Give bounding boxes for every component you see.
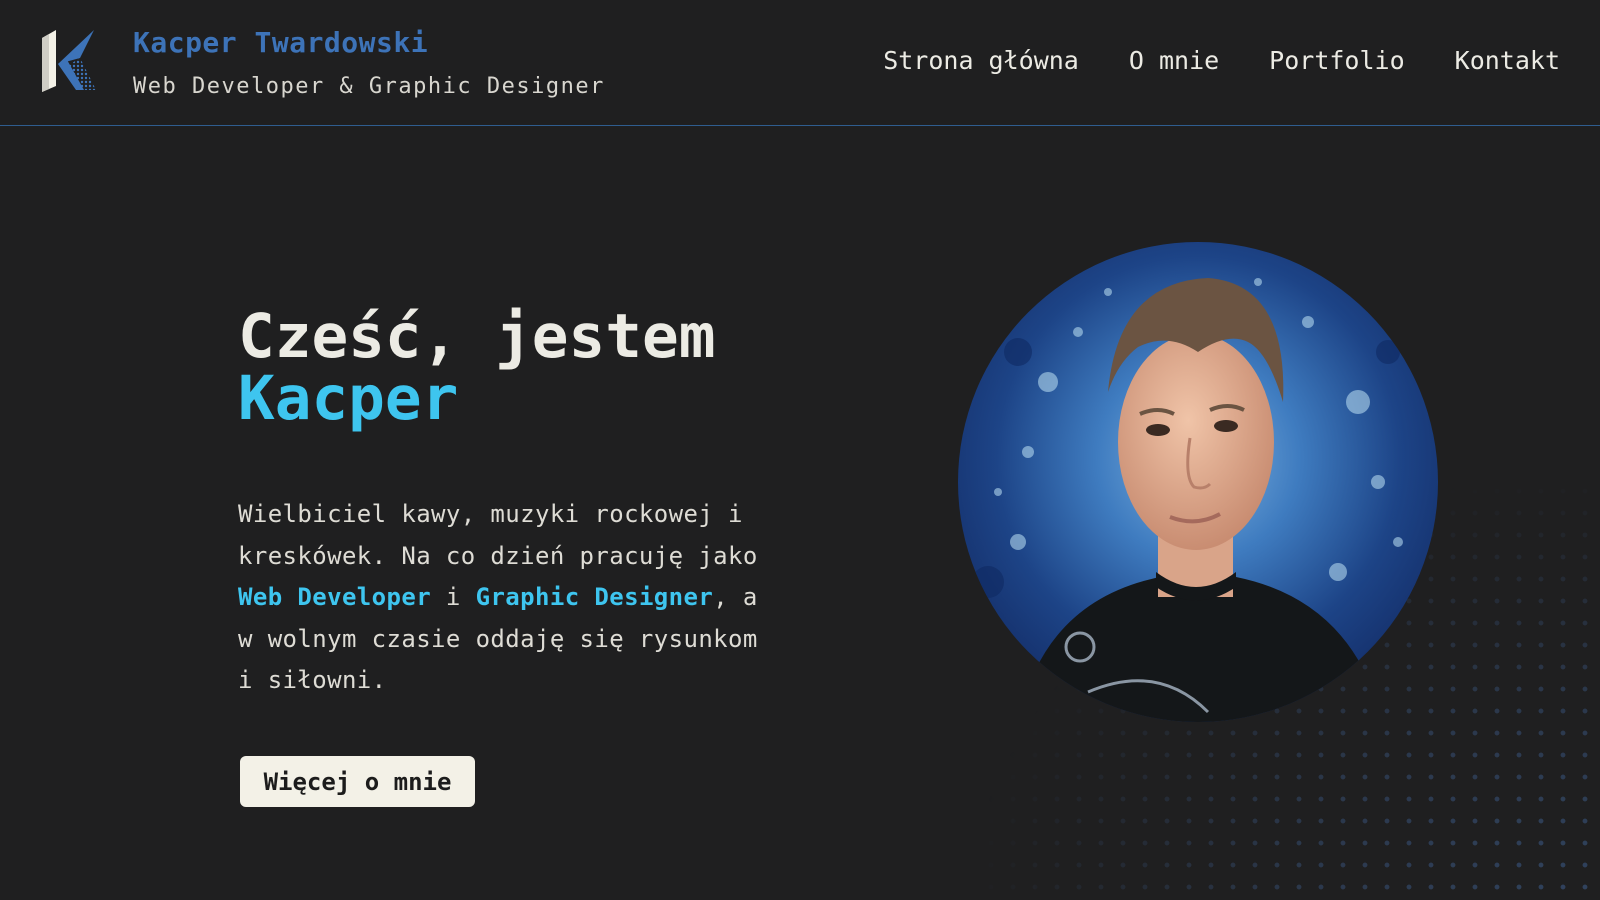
- highlight-graphic-designer: Graphic Designer: [475, 583, 714, 611]
- page: Kacper Twardowski Web Developer & Graphi…: [0, 0, 1600, 900]
- more-about-me-button[interactable]: Więcej o mnie: [240, 756, 475, 807]
- profile-photo: [958, 242, 1438, 722]
- nav-link-home[interactable]: Strona główna: [883, 46, 1079, 75]
- brand-tagline: Web Developer & Graphic Designer: [133, 74, 605, 99]
- main-nav: Strona główna O mnie Portfolio Kontakt: [883, 46, 1560, 75]
- hero-text-part: Wielbiciel kawy, muzyki rockowej i kresk…: [238, 500, 758, 570]
- nav-link-about[interactable]: O mnie: [1129, 46, 1219, 75]
- highlight-web-developer: Web Developer: [238, 583, 432, 611]
- nav-link-contact[interactable]: Kontakt: [1455, 46, 1560, 75]
- hero-text-part: i: [431, 583, 476, 611]
- hero-title-name: Kacper: [238, 363, 459, 434]
- hero-title: Cześć, jestem Kacper: [238, 306, 715, 430]
- nav-link-portfolio[interactable]: Portfolio: [1269, 46, 1404, 75]
- k-monogram-logo-icon[interactable]: [40, 28, 98, 94]
- brand-name[interactable]: Kacper Twardowski: [133, 26, 428, 59]
- hero-description: Wielbiciel kawy, muzyki rockowej i kresk…: [238, 494, 758, 702]
- hero-title-greeting: Cześć, jestem: [238, 301, 716, 372]
- site-header: Kacper Twardowski Web Developer & Graphi…: [0, 0, 1600, 126]
